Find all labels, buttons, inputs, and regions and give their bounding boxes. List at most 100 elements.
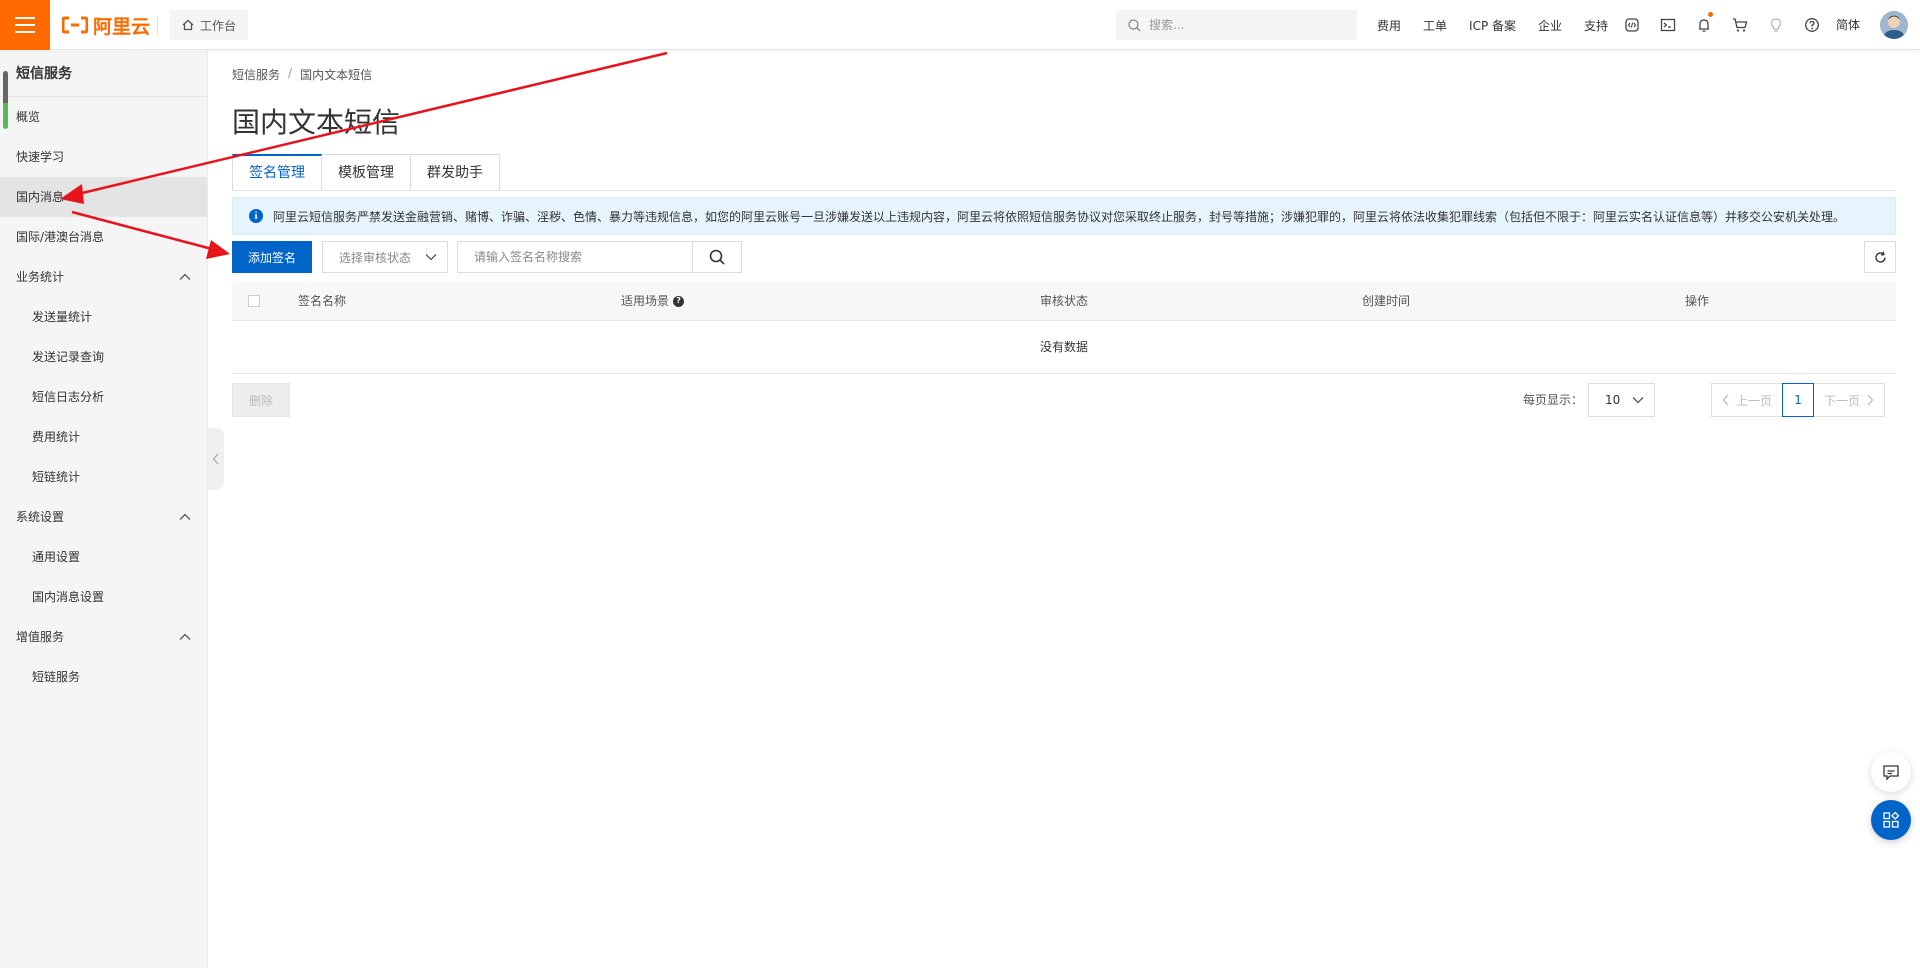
pagination: 上一页 1 下一页	[1711, 383, 1886, 417]
tab-bulk-send-assistant[interactable]: 群发助手	[411, 154, 500, 191]
help-icon[interactable]	[1794, 0, 1830, 50]
bulb-icon[interactable]	[1758, 0, 1794, 50]
sidebar-group-business-stats[interactable]: 业务统计	[0, 257, 207, 297]
sidebar-item-overview[interactable]: 概览	[0, 97, 207, 137]
next-page-label: 下一页	[1824, 393, 1861, 408]
sidebar-item-send-record-query[interactable]: 发送记录查询	[0, 337, 207, 377]
sidebar: 短信服务 概览 快速学习 国内消息 国际/港澳台消息 业务统计 发送量统计 发送…	[0, 51, 208, 968]
apps-launcher-button[interactable]	[1871, 800, 1911, 840]
sidebar-group-label: 业务统计	[16, 270, 65, 284]
apps-grid-icon	[1883, 811, 1900, 828]
top-icons	[1614, 0, 1830, 50]
sidebar-item-log-analysis[interactable]: 短信日志分析	[0, 377, 207, 417]
language-switch[interactable]: 简体	[1836, 0, 1860, 50]
delete-button[interactable]: 删除	[232, 383, 290, 417]
breadcrumb-separator: /	[288, 66, 293, 80]
sidebar-item-quick-start[interactable]: 快速学习	[0, 137, 207, 177]
toolbar: 添加签名 选择审核状态	[232, 241, 1896, 273]
chevron-up-icon	[179, 273, 191, 280]
prev-page-label: 上一页	[1736, 393, 1773, 408]
annotation-arrows	[60, 51, 668, 259]
signature-search-button[interactable]	[692, 241, 742, 273]
add-signature-button[interactable]: 添加签名	[232, 241, 313, 273]
refresh-button[interactable]	[1864, 241, 1896, 273]
workbench-button[interactable]: 工作台	[170, 10, 249, 40]
global-search[interactable]	[1116, 10, 1357, 40]
table-header: 签名名称 适用场景 ? 审核状态 创建时间 操作	[232, 281, 1896, 321]
aliyun-logo-mark-icon	[62, 16, 88, 34]
table-footer: 删除 每页显示： 10 上一页 1 下一页	[232, 383, 1896, 417]
breadcrumb: 短信服务 / 国内文本短信	[232, 66, 372, 83]
bell-icon[interactable]	[1686, 0, 1722, 50]
question-icon[interactable]: ?	[673, 295, 685, 307]
breadcrumb-item-sms-service[interactable]: 短信服务	[232, 66, 280, 83]
user-avatar[interactable]	[1880, 11, 1908, 39]
next-page-button[interactable]: 下一页	[1813, 383, 1886, 417]
global-search-input[interactable]	[1149, 18, 1339, 32]
sidebar-group-value-added[interactable]: 增值服务	[0, 617, 207, 657]
refresh-icon	[1874, 251, 1886, 263]
column-header-scenario: 适用场景 ?	[621, 281, 685, 321]
chevron-up-icon	[179, 513, 191, 520]
sidebar-collapse-handle[interactable]	[208, 428, 224, 490]
chevron-left-icon	[212, 453, 219, 465]
top-link-tickets[interactable]: 工单	[1412, 17, 1458, 34]
select-all-checkbox[interactable]	[248, 295, 260, 307]
tabs: 签名管理 模板管理 群发助手	[232, 154, 500, 191]
signature-search-input[interactable]	[457, 241, 692, 273]
page-size-select[interactable]: 10	[1588, 383, 1655, 417]
sidebar-item-short-link-stats[interactable]: 短链统计	[0, 457, 207, 497]
top-link-billing[interactable]: 费用	[1366, 17, 1412, 34]
search-icon	[709, 249, 725, 265]
chevron-up-icon	[179, 633, 191, 640]
table-empty-state: 没有数据	[232, 321, 1896, 374]
sidebar-item-general-settings[interactable]: 通用设置	[0, 537, 207, 577]
chevron-left-icon	[1722, 394, 1729, 406]
page-number-current[interactable]: 1	[1782, 383, 1815, 417]
signature-table: 签名名称 适用场景 ? 审核状态 创建时间 操作 没有数据	[232, 281, 1896, 374]
tab-signature-management[interactable]: 签名管理	[232, 154, 322, 191]
column-header-label: 适用场景	[621, 294, 670, 308]
sidebar-group-label: 系统设置	[16, 510, 65, 524]
aliyun-logo[interactable]: 阿里云	[62, 13, 150, 38]
tabs-divider	[232, 190, 1896, 191]
top-link-support[interactable]: 支持	[1573, 17, 1619, 34]
info-icon: i	[249, 209, 263, 223]
column-header-created-time: 创建时间	[1362, 294, 1411, 308]
compliance-notice: i 阿里云短信服务严禁发送金融营销、赌博、诈骗、淫秽、色情、暴力等违规信息，如您…	[232, 197, 1896, 235]
cart-icon[interactable]	[1722, 0, 1758, 50]
home-icon	[182, 19, 194, 31]
top-bar: 阿里云 工作台 费用 工单 ICP 备案 企业 支持	[0, 0, 1920, 50]
sidebar-item-domestic-message-settings[interactable]: 国内消息设置	[0, 577, 207, 617]
sidebar-title: 短信服务	[0, 51, 207, 97]
sidebar-item-domestic-message[interactable]: 国内消息	[0, 177, 207, 217]
chevron-down-icon	[425, 254, 437, 261]
logo-divider	[157, 16, 158, 34]
chevron-right-icon	[1867, 394, 1874, 406]
breadcrumb-item-current: 国内文本短信	[300, 68, 373, 82]
menu-hamburger-icon[interactable]	[0, 0, 50, 50]
sidebar-item-short-link-service[interactable]: 短链服务	[0, 657, 207, 697]
top-link-icp[interactable]: ICP 备案	[1458, 17, 1527, 34]
chat-icon	[1883, 765, 1899, 781]
column-header-review-status: 审核状态	[1040, 294, 1089, 308]
sidebar-item-send-volume-stats[interactable]: 发送量统计	[0, 297, 207, 337]
terminal-icon[interactable]	[1650, 0, 1686, 50]
code-icon[interactable]	[1614, 0, 1650, 50]
page-size-value: 10	[1605, 393, 1621, 407]
review-status-placeholder: 选择审核状态	[339, 250, 412, 265]
top-link-enterprise[interactable]: 企业	[1527, 17, 1573, 34]
workbench-label: 工作台	[200, 18, 237, 33]
sidebar-item-international-message[interactable]: 国际/港澳台消息	[0, 217, 207, 257]
chevron-down-icon	[1632, 397, 1644, 404]
sidebar-group-system-settings[interactable]: 系统设置	[0, 497, 207, 537]
prev-page-button[interactable]: 上一页	[1711, 383, 1784, 417]
tab-template-management[interactable]: 模板管理	[322, 154, 411, 191]
top-links: 费用 工单 ICP 备案 企业 支持	[1366, 0, 1619, 50]
sidebar-item-cost-stats[interactable]: 费用统计	[0, 417, 207, 457]
review-status-select[interactable]: 选择审核状态	[322, 241, 448, 273]
column-header-actions: 操作	[1685, 294, 1710, 308]
notice-text: 阿里云短信服务严禁发送金融营销、赌博、诈骗、淫秽、色情、暴力等违规信息，如您的阿…	[273, 209, 1846, 224]
column-header-signature-name: 签名名称	[298, 294, 347, 308]
chat-support-button[interactable]	[1871, 752, 1911, 792]
